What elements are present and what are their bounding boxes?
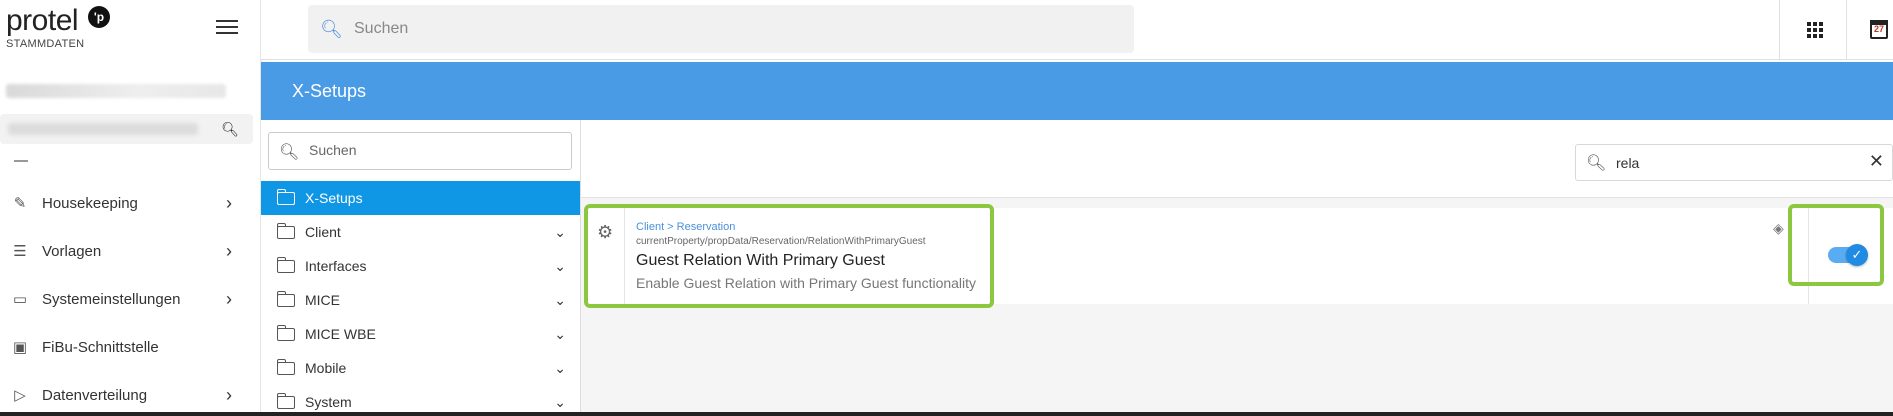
settings-content: 🔍︎ ✕ ⚙ Client > Reservation currentPrope… (581, 120, 1893, 412)
setting-description: Enable Guest Relation with Primary Guest… (636, 275, 977, 291)
chevron-right-icon: › (226, 240, 232, 261)
setting-path[interactable]: Client > Reservation (636, 221, 735, 233)
tree-item-mice[interactable]: MICE ⌄ (261, 283, 580, 317)
gear-icon[interactable]: ⚙ (597, 222, 613, 243)
setting-row: ⚙ Client > Reservation currentProperty/p… (585, 208, 1893, 304)
chevron-down-icon[interactable]: ⌄ (554, 292, 566, 309)
divider (14, 160, 28, 162)
tree-item-label: Client (305, 224, 341, 240)
property-selector-blurred[interactable] (6, 84, 226, 98)
folder-icon (276, 392, 295, 409)
tree-item-label: Interfaces (305, 258, 367, 274)
content-toolbar: 🔍︎ ✕ (581, 120, 1893, 198)
category-tree: 🔍︎ X-Setups Client ⌄ Interfaces ⌄ MICE ⌄… (261, 120, 581, 412)
brush-icon: ✎ (13, 195, 27, 212)
folder-icon (276, 222, 295, 239)
tree-item-system[interactable]: System ⌄ (261, 385, 580, 412)
sidebar-item-fibu-schnittstelle[interactable]: ▣ FiBu-Schnittstelle (0, 327, 253, 367)
divider (1846, 0, 1847, 60)
tree-item-mobile[interactable]: Mobile ⌄ (261, 351, 580, 385)
page-title: X-Setups (292, 81, 367, 101)
folder-icon (276, 324, 295, 341)
sidebar-item-vorlagen[interactable]: ☰ Vorlagen › (0, 231, 253, 271)
tag-icon: ◈ (1773, 220, 1784, 236)
chevron-right-icon: › (226, 192, 232, 213)
brand-logo: protel 'p STAMMDATEN (6, 4, 110, 50)
sidebar-item-label: Vorlagen (42, 242, 102, 260)
sidebar-item-systemeinstellungen[interactable]: ▭ Systemeinstellungen › (0, 279, 253, 319)
clear-icon[interactable]: ✕ (1869, 151, 1884, 172)
folder-icon (276, 188, 295, 205)
global-search-input[interactable] (354, 17, 1054, 41)
chevron-down-icon[interactable]: ⌄ (554, 326, 566, 343)
search-icon: 🔍︎ (279, 144, 300, 161)
calendar-icon[interactable]: 27 (1870, 20, 1888, 39)
tree-item-label: Mobile (305, 360, 347, 376)
search-icon: 🔍︎ (1586, 155, 1607, 172)
chevron-down-icon[interactable]: ⌄ (554, 360, 566, 377)
brand-name: protel (6, 4, 79, 37)
setting-enabled-toggle[interactable]: ✓ (1828, 244, 1868, 266)
sidebar-item-label: Systemeinstellungen (42, 290, 181, 308)
chevron-down-icon[interactable]: ⌄ (554, 394, 566, 411)
sidebar-item-housekeeping[interactable]: ✎ Housekeeping › (0, 183, 253, 223)
app-root: protel 'p STAMMDATEN 🔍︎ ✎ Housekeeping ›… (0, 0, 1893, 416)
divider (1779, 0, 1780, 60)
sidebar-search[interactable]: 🔍︎ (0, 114, 253, 144)
tree-item-x-setups[interactable]: X-Setups (261, 181, 580, 215)
tree-item-client[interactable]: Client ⌄ (261, 215, 580, 249)
tree-search[interactable]: 🔍︎ (268, 132, 572, 170)
search-icon[interactable]: 🔍︎ (221, 121, 239, 138)
chevron-right-icon: › (226, 288, 232, 309)
folder-icon (276, 290, 295, 307)
search-icon: 🔍︎ (320, 19, 343, 39)
folder-icon (276, 358, 295, 375)
sidebar-item-label: Datenverteilung (42, 386, 148, 404)
setting-key: currentProperty/propData/Reservation/Rel… (636, 236, 926, 247)
sidebar-item-datenverteilung[interactable]: ▷ Datenverteilung › (0, 375, 253, 415)
apps-grid-icon[interactable] (1807, 22, 1823, 38)
chevron-right-icon: › (226, 384, 232, 405)
setting-title: Guest Relation With Primary Guest (636, 252, 885, 269)
setting-toggle-cell: ✓ (1808, 208, 1893, 304)
tree-item-interfaces[interactable]: Interfaces ⌄ (261, 249, 580, 283)
tree-item-mice-wbe[interactable]: MICE WBE ⌄ (261, 317, 580, 351)
brand-subtitle: STAMMDATEN (6, 38, 85, 50)
sidebar-item-label: FiBu-Schnittstelle (42, 338, 159, 356)
top-bar: 🔍︎ 27 (261, 0, 1893, 60)
chevron-down-icon[interactable]: ⌄ (554, 224, 566, 241)
brand-badge-icon: 'p (88, 6, 110, 28)
tree-search-input[interactable] (309, 142, 559, 158)
chevron-down-icon[interactable]: ⌄ (554, 258, 566, 275)
settings-filter[interactable]: 🔍︎ ✕ (1575, 144, 1893, 181)
tree-item-label: MICE WBE (305, 326, 376, 342)
setting-config-cell: ⚙ (585, 208, 625, 304)
folder-icon (276, 256, 295, 273)
settings-filter-input[interactable] (1616, 155, 1846, 171)
menu-icon[interactable] (216, 20, 238, 38)
money-icon: ▣ (12, 339, 28, 356)
distribution-icon: ▷ (14, 387, 26, 404)
check-icon: ✓ (1846, 244, 1868, 266)
sidebar-item-label: Housekeeping (42, 194, 138, 212)
settings-monitor-icon: ▭ (12, 291, 28, 308)
tree-item-label: System (305, 394, 352, 410)
tree-item-label: X-Setups (305, 190, 363, 206)
tree-item-label: MICE (305, 292, 340, 308)
sidebar: protel 'p STAMMDATEN 🔍︎ ✎ Housekeeping ›… (0, 0, 261, 412)
global-search[interactable]: 🔍︎ (308, 5, 1134, 53)
bottom-border (0, 412, 1893, 416)
document-icon: ☰ (13, 243, 27, 260)
page-header: X-Setups (261, 62, 1893, 120)
sidebar-search-blurred-text (8, 123, 198, 135)
